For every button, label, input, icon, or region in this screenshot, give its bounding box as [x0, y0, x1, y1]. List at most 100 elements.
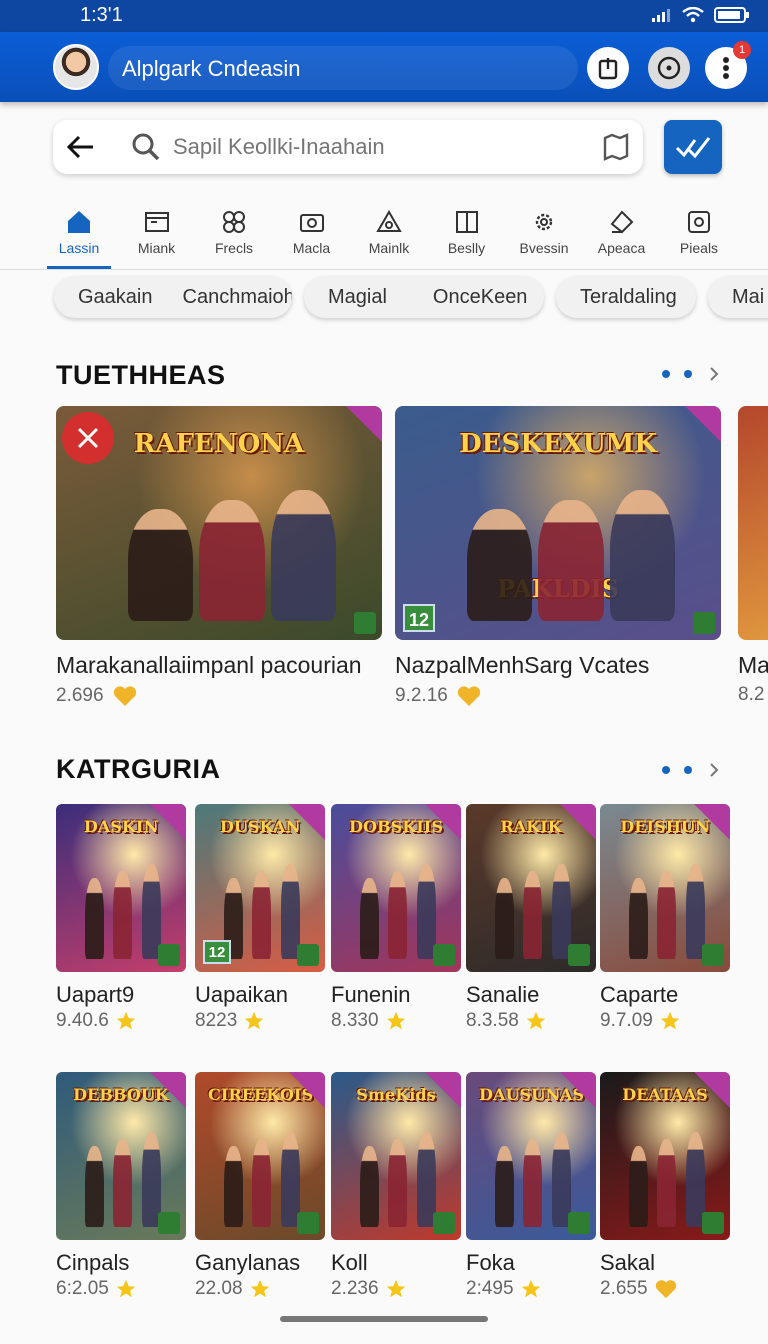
- tab-bvessin[interactable]: Bvessin: [505, 200, 583, 270]
- character-figure: [252, 871, 272, 959]
- game-tile[interactable]: SmeKids: [331, 1072, 461, 1240]
- map-icon[interactable]: [601, 132, 631, 162]
- tab-frecls[interactable]: Frecls: [195, 200, 273, 270]
- featured-card[interactable]: DESKEXUMKPAKLDIS12: [395, 406, 721, 640]
- character-figure: [113, 1139, 133, 1227]
- chip-teraldaling[interactable]: Teraldaling: [556, 276, 696, 318]
- game-tile[interactable]: DEBBOUK: [56, 1072, 186, 1240]
- tab-lassin[interactable]: Lassin: [40, 200, 118, 270]
- section-title-featured: TUETHHEAS: [56, 360, 226, 390]
- game-tile-rating: 8223: [195, 1010, 265, 1032]
- more-button[interactable]: 1: [705, 41, 751, 89]
- tab-beslly[interactable]: Beslly: [428, 200, 506, 270]
- game-tile-title[interactable]: Sakal: [600, 1250, 655, 1276]
- back-arrow-icon[interactable]: [65, 132, 97, 162]
- game-tile[interactable]: DAUSUNAS: [466, 1072, 596, 1240]
- character-figure: [252, 1139, 272, 1227]
- rating-value: 9.2.16: [395, 685, 448, 706]
- character-figure: [113, 871, 133, 959]
- age-rating-badge: 12: [403, 604, 435, 632]
- game-tile[interactable]: CIREEKOIS: [195, 1072, 325, 1240]
- platform-icon: [158, 1212, 180, 1234]
- game-tile-title[interactable]: Foka: [466, 1250, 515, 1276]
- game-tile[interactable]: DOBSKIIS: [331, 804, 461, 972]
- section-title-category: KATRGURIA: [56, 754, 221, 784]
- tab-apeaca[interactable]: Apeaca: [583, 200, 661, 270]
- game-tile-rating: 8.330: [331, 1010, 407, 1032]
- chip-magial[interactable]: Magial OnceKeen: [304, 276, 544, 318]
- search-icon: [132, 133, 160, 161]
- game-tile-title[interactable]: Uapaikan: [195, 982, 288, 1008]
- rating-value: 9.7.09: [600, 1010, 653, 1031]
- chip-label: Magial: [328, 286, 387, 308]
- tab-mainlk[interactable]: Mainlk: [350, 200, 428, 270]
- featured-card[interactable]: [738, 406, 768, 640]
- tab-label: Macla: [292, 240, 331, 256]
- corner-ribbon: [694, 1072, 730, 1108]
- featured-card[interactable]: RAFENONA: [56, 406, 382, 640]
- game-tile[interactable]: DASKIN: [56, 804, 186, 972]
- platform-icon: [568, 944, 590, 966]
- game-tile-title[interactable]: Sanalie: [466, 982, 539, 1008]
- game-tile-title[interactable]: Koll: [331, 1250, 368, 1276]
- tab-macla[interactable]: Macla: [273, 200, 351, 270]
- heart-icon: [457, 686, 480, 706]
- platform-icon: [158, 944, 180, 966]
- game-tile-title[interactable]: Uapart9: [56, 982, 134, 1008]
- chevron-right-icon[interactable]: [708, 366, 720, 382]
- game-tile[interactable]: RAKIK: [466, 804, 596, 972]
- no-entry-badge: [62, 412, 114, 464]
- category-tabs: Lassin Miank Frecls Macla Mainlk Beslly Bvessi…: [40, 200, 768, 270]
- featured-card-title[interactable]: Ma: [738, 652, 768, 679]
- chip-gaakain[interactable]: Gaakain Canchmaioh: [54, 276, 292, 318]
- home-indicator[interactable]: [280, 1316, 488, 1322]
- rating-value: 2.236: [331, 1278, 379, 1299]
- timer-button[interactable]: [648, 47, 690, 89]
- pager-dot: [684, 766, 692, 774]
- chip-mai[interactable]: Mai: [708, 276, 768, 318]
- game-tile-rating: 9.40.6: [56, 1010, 137, 1032]
- tab-miank[interactable]: Miank: [118, 200, 196, 270]
- featured-card-rating: 2.696: [56, 684, 138, 708]
- age-rating-badge: 12: [203, 940, 231, 964]
- more-icon: [723, 57, 729, 79]
- character-figure: [223, 1145, 243, 1227]
- game-tile[interactable]: DUSKAN 12: [195, 804, 325, 972]
- corner-ribbon: [346, 406, 382, 442]
- search-input[interactable]: [173, 130, 573, 164]
- platform-icon: [693, 612, 715, 634]
- tab-pieals[interactable]: Pieals: [660, 200, 738, 270]
- featured-card-title[interactable]: Marakanallaiimpanl pacourian: [56, 652, 362, 679]
- game-tile-title[interactable]: Cinpals: [56, 1250, 129, 1276]
- tab-label: Apeaca: [597, 240, 646, 256]
- status-icons: [652, 7, 750, 23]
- avatar[interactable]: [53, 44, 99, 90]
- featured-pager[interactable]: [662, 366, 720, 382]
- game-tile-rating: 2.236: [331, 1278, 407, 1300]
- game-artwork: [738, 406, 768, 640]
- camera-icon: [299, 214, 324, 232]
- category-pager[interactable]: [662, 762, 720, 778]
- game-tile[interactable]: DEATAAS: [600, 1072, 730, 1240]
- chevron-right-icon[interactable]: [708, 762, 720, 778]
- wifi-icon: [682, 7, 704, 23]
- game-tile-title[interactable]: Ganylanas: [195, 1250, 300, 1276]
- character-figure: [127, 508, 193, 622]
- chip-label: Gaakain: [78, 286, 153, 308]
- platform-icon: [702, 944, 724, 966]
- game-tile-rating: 8.3.58: [466, 1010, 547, 1032]
- rating-value: 22.08: [195, 1278, 243, 1299]
- platform-icon: [433, 944, 455, 966]
- game-tile-title[interactable]: Caparte: [600, 982, 678, 1008]
- platform-icon: [702, 1212, 724, 1234]
- share-button[interactable]: [587, 47, 629, 89]
- filter-button[interactable]: [664, 120, 722, 174]
- character-figure: [523, 871, 543, 959]
- corner-ribbon: [289, 1072, 325, 1108]
- tab-label: Mainlk: [368, 240, 410, 256]
- chip-label: OnceKeen: [432, 286, 528, 308]
- game-tile-title[interactable]: Funenin: [331, 982, 411, 1008]
- game-logo: DESKEXUMK: [459, 429, 657, 460]
- game-tile[interactable]: DEISHUN: [600, 804, 730, 972]
- featured-card-title[interactable]: NazpalMenhSarg Vcates: [395, 652, 649, 679]
